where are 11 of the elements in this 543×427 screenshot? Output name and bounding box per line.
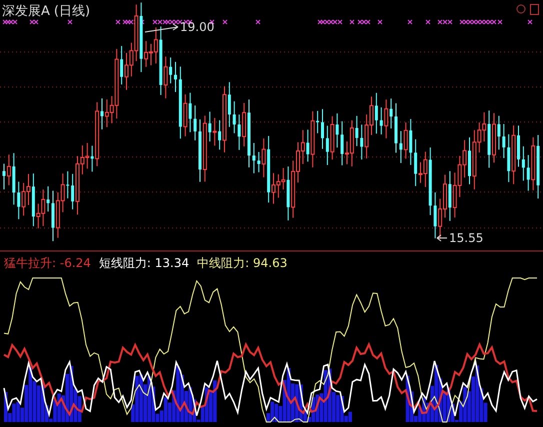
low-price-label: 15.55 [449, 231, 484, 245]
indicator-value: 短线阻力: 13.34 [98, 255, 190, 272]
stock-title: 深发展A [2, 3, 50, 20]
indicator-value: 中线阻力: 94.63 [197, 255, 288, 272]
period-label: (日线) [54, 3, 90, 20]
leader-line [436, 234, 448, 242]
high-price-label: 19.00 [180, 20, 214, 34]
window-icon[interactable] [530, 4, 539, 15]
circle-icon[interactable] [516, 4, 526, 14]
leader-line [144, 24, 178, 32]
indicator-value: 猛牛拉升: -6.24 [4, 255, 91, 272]
